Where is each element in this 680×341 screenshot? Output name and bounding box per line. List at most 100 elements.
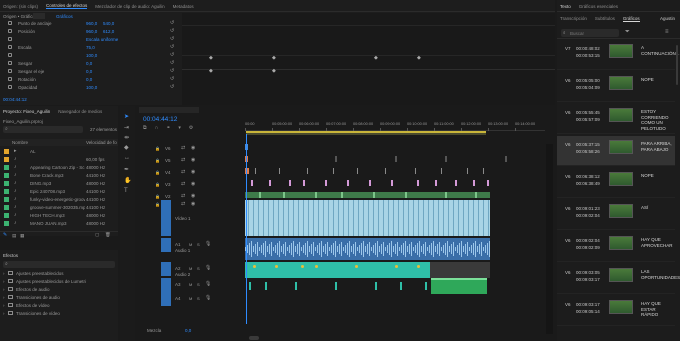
- lock-icon[interactable]: 🔒: [155, 158, 160, 163]
- chevron-right-icon[interactable]: ›: [3, 303, 5, 308]
- snap-icon[interactable]: ∩: [155, 125, 159, 131]
- property-value[interactable]: 960,0: [86, 21, 97, 26]
- clip[interactable]: [347, 180, 349, 186]
- razor-tool-icon[interactable]: ◆: [124, 144, 129, 151]
- clip[interactable]: [251, 180, 253, 186]
- clip[interactable]: [333, 168, 335, 174]
- timeline-scrollbar[interactable]: [249, 336, 259, 340]
- audio-keyframe[interactable]: [253, 265, 256, 268]
- stopwatch-icon[interactable]: [8, 76, 12, 81]
- property-value[interactable]: 100,0: [86, 85, 97, 90]
- clip[interactable]: [325, 180, 327, 186]
- eye-icon[interactable]: ◉: [191, 193, 195, 199]
- graphics-list-item[interactable]: V6 00:09:03:05 00:09:03:17 LAS OPORTUNIDADE…: [557, 264, 680, 294]
- sync-lock-icon[interactable]: ⇄: [181, 157, 185, 163]
- solo-button[interactable]: S: [197, 296, 200, 301]
- audio-clip[interactable]: [335, 282, 337, 290]
- audio-keyframe[interactable]: [417, 265, 420, 268]
- clip[interactable]: [315, 192, 317, 198]
- mute-button[interactable]: M: [189, 266, 192, 271]
- clip[interactable]: [385, 168, 387, 174]
- subtab-graphics[interactable]: Gráficos: [622, 16, 640, 22]
- stopwatch-icon[interactable]: [8, 52, 12, 57]
- keyframe-marker[interactable]: ◆: [209, 68, 213, 74]
- chevron-right-icon[interactable]: ›: [3, 287, 5, 292]
- solo-button[interactable]: S: [197, 242, 200, 247]
- project-item[interactable]: ▸ AL: [0, 148, 118, 154]
- new-bin-icon[interactable]: ▢: [95, 232, 99, 238]
- property-value[interactable]: 0,0: [86, 69, 92, 74]
- sync-lock-icon[interactable]: ⇄: [181, 169, 185, 175]
- graphics-list-item[interactable]: V6 00:05:55:45 00:05:57:09 ESTOY CORRIENDO …: [557, 104, 675, 134]
- reset-icon[interactable]: ↺: [170, 28, 174, 34]
- clip[interactable]: [475, 192, 477, 198]
- clip[interactable]: [417, 180, 419, 186]
- lock-icon[interactable]: 🔒: [155, 194, 160, 199]
- effects-folder[interactable]: › Ajustes preestablecidos de Lumetri: [0, 278, 118, 284]
- audio-keyframe[interactable]: [275, 265, 278, 268]
- linked-selection-icon[interactable]: ⚭: [166, 125, 170, 131]
- tab-media-browser[interactable]: Navegador de medios: [58, 109, 102, 114]
- microphone-icon[interactable]: 🎙: [205, 295, 211, 301]
- tab-essential-graphics[interactable]: Gráficos esenciales: [579, 4, 618, 9]
- pen-tool-icon[interactable]: ✒: [124, 166, 129, 173]
- track-button[interactable]: Agustin: [660, 16, 675, 21]
- tab-effect-controls[interactable]: Controles de efectos: [46, 3, 88, 9]
- clip[interactable]: [341, 192, 343, 198]
- audio-clip[interactable]: [425, 282, 427, 290]
- tab-source[interactable]: Origen: (sin clips): [3, 4, 38, 9]
- clip[interactable]: [405, 192, 407, 198]
- effects-folder[interactable]: › Transiciones de audio: [0, 294, 118, 300]
- graphics-scrollbar[interactable]: [676, 45, 678, 85]
- filter-icon[interactable]: ⏷: [625, 29, 630, 36]
- nest-icon[interactable]: ⧉: [143, 125, 147, 131]
- stopwatch-icon[interactable]: [8, 84, 12, 89]
- timeline-timecode[interactable]: 00:04:44:12: [143, 116, 177, 123]
- source-patch-v1[interactable]: [161, 200, 171, 236]
- chevron-right-icon[interactable]: ›: [3, 279, 5, 284]
- clip[interactable]: [307, 168, 309, 174]
- ripple-edit-tool-icon[interactable]: ⇹: [124, 134, 129, 141]
- clip[interactable]: [415, 168, 417, 174]
- clip[interactable]: [445, 192, 447, 198]
- clip[interactable]: [259, 192, 261, 198]
- reset-icon[interactable]: ↺: [170, 68, 174, 74]
- property-value[interactable]: 100,0: [86, 53, 97, 58]
- clip[interactable]: [369, 180, 371, 186]
- type-tool-icon[interactable]: T: [124, 188, 128, 194]
- mute-button[interactable]: M: [189, 282, 192, 287]
- property-value[interactable]: 75,0: [86, 45, 95, 50]
- clip[interactable]: [487, 180, 489, 186]
- graphics-list-item[interactable]: V7 00:00:48:02 00:00:53:15 A CONTINUACIÓN..…: [557, 40, 680, 70]
- source-patch-audio[interactable]: [161, 292, 171, 306]
- graphics-list-item[interactable]: V6 00:09:02:04 00:09:02:09 HAY QUE APROVECH…: [557, 232, 675, 262]
- property-value[interactable]: 960,0: [86, 29, 97, 34]
- microphone-icon[interactable]: 🎙: [205, 281, 211, 287]
- lock-icon[interactable]: 🔒: [155, 182, 160, 187]
- property-value[interactable]: 0,0: [86, 61, 92, 66]
- graphics-list-item[interactable]: V6 00:06:38:12 00:06:38:49 NOPE: [557, 168, 675, 198]
- sync-lock-icon[interactable]: ⇄: [181, 145, 185, 151]
- tab-audio-clip-mixer[interactable]: Mezclador de clip de audio: Aguilin: [95, 4, 164, 9]
- selection-tool-icon[interactable]: ➤: [124, 113, 129, 120]
- audio-clip[interactable]: [400, 282, 402, 290]
- column-name[interactable]: Nombre: [12, 140, 28, 145]
- sync-lock-icon[interactable]: ⇄: [181, 201, 185, 207]
- column-rate[interactable]: Velocidad de fo: [86, 140, 117, 145]
- effects-folder[interactable]: › Efectos de vídeo: [0, 302, 118, 308]
- clip[interactable]: [373, 192, 375, 198]
- hand-tool-icon[interactable]: ✋: [124, 177, 131, 184]
- chevron-right-icon[interactable]: ›: [3, 271, 5, 276]
- audio-clip[interactable]: [295, 282, 297, 290]
- source-patch-audio[interactable]: [161, 238, 171, 252]
- source-patch-audio[interactable]: [161, 278, 171, 292]
- property-value[interactable]: 612,0: [103, 29, 114, 34]
- eye-icon[interactable]: ◉: [191, 181, 195, 187]
- reset-icon[interactable]: ↺: [170, 60, 174, 66]
- sequence-tab[interactable]: [139, 107, 199, 113]
- reset-icon[interactable]: ↺: [170, 44, 174, 50]
- add-marker-icon[interactable]: ▾: [178, 125, 181, 131]
- lock-icon[interactable]: 🔒: [155, 202, 160, 207]
- time-ruler[interactable]: 00:00 00:05:00:00 00:06:00:00 00:07:00:00 00…: [245, 119, 545, 135]
- lock-icon[interactable]: 🔒: [155, 146, 160, 151]
